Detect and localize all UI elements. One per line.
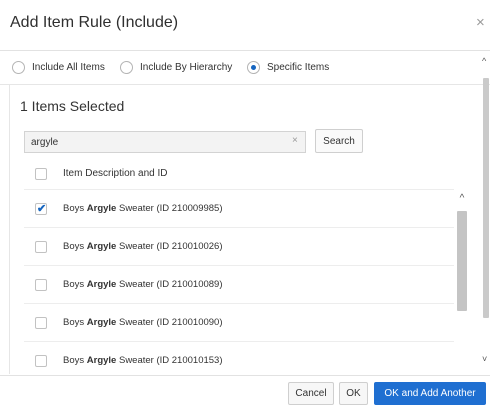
table-row[interactable]: Boys Argyle Sweater (ID 210010089): [24, 265, 454, 304]
checkmark-icon: ✔: [37, 203, 47, 215]
row-checkbox[interactable]: ✔: [35, 203, 47, 215]
dialog-title: Add Item Rule (Include): [10, 14, 179, 31]
item-description: Boys Argyle Sweater (ID 210010026): [63, 241, 223, 252]
close-icon[interactable]: ×: [476, 14, 485, 31]
list-scrollbar[interactable]: ^: [456, 189, 468, 374]
row-checkbox[interactable]: [35, 317, 47, 329]
ok-and-add-another-button[interactable]: OK and Add Another: [374, 382, 486, 405]
dialog-footer: Cancel OK OK and Add Another: [0, 375, 490, 413]
chevron-down-icon[interactable]: ˅: [482, 354, 487, 364]
dialog-scrollbar[interactable]: ^ ˅: [482, 56, 490, 376]
item-description: Boys Argyle Sweater (ID 210010090): [63, 317, 223, 328]
specific-items-panel: 1 Items Selected × Search Item Descripti…: [9, 84, 473, 374]
row-checkbox[interactable]: [35, 279, 47, 291]
item-description: Boys Argyle Sweater (ID 210009985): [63, 203, 223, 214]
scrollbar-thumb[interactable]: [483, 78, 489, 318]
radio-label: Specific Items: [267, 61, 330, 73]
item-description: Boys Argyle Sweater (ID 210010153): [63, 355, 223, 366]
search-field: ×: [24, 131, 306, 153]
radio-button-selected-icon[interactable]: [247, 60, 260, 74]
radio-include-all-items[interactable]: Include All Items: [12, 50, 105, 84]
clear-search-icon[interactable]: ×: [292, 135, 298, 146]
search-button[interactable]: Search: [315, 129, 363, 153]
rule-type-radio-group: Include All Items Include By Hierarchy S…: [0, 50, 490, 85]
table-row[interactable]: ✔ Boys Argyle Sweater (ID 210009985): [24, 189, 454, 228]
chevron-up-icon[interactable]: ^: [482, 56, 486, 66]
dialog-header: Add Item Rule (Include) ×: [0, 0, 490, 51]
radio-specific-items[interactable]: Specific Items: [247, 50, 329, 84]
add-item-rule-dialog: Add Item Rule (Include) × Include All It…: [0, 0, 490, 413]
row-checkbox[interactable]: [35, 355, 47, 367]
select-all-checkbox[interactable]: [35, 168, 47, 180]
radio-label: Include By Hierarchy: [140, 61, 233, 73]
ok-button[interactable]: OK: [339, 382, 368, 405]
radio-include-by-hierarchy[interactable]: Include By Hierarchy: [120, 50, 232, 84]
radio-label: Include All Items: [32, 61, 105, 73]
table-row[interactable]: Boys Argyle Sweater (ID 210010153): [24, 341, 454, 374]
item-description: Boys Argyle Sweater (ID 210010089): [63, 279, 223, 290]
chevron-up-icon[interactable]: ^: [456, 193, 468, 204]
table-row[interactable]: Boys Argyle Sweater (ID 210010090): [24, 303, 454, 342]
cancel-button[interactable]: Cancel: [288, 382, 334, 405]
row-checkbox[interactable]: [35, 241, 47, 253]
scrollbar-thumb[interactable]: [457, 211, 467, 311]
column-header-item-description: Item Description and ID: [63, 168, 168, 179]
radio-button-icon[interactable]: [12, 60, 25, 74]
search-input[interactable]: [25, 132, 281, 152]
table-header: Item Description and ID: [10, 159, 468, 189]
radio-button-icon[interactable]: [120, 60, 133, 74]
table-row[interactable]: Boys Argyle Sweater (ID 210010026): [24, 227, 454, 266]
items-selected-count: 1 Items Selected: [20, 98, 125, 114]
item-list: ✔ Boys Argyle Sweater (ID 210009985) Boy…: [24, 189, 468, 374]
